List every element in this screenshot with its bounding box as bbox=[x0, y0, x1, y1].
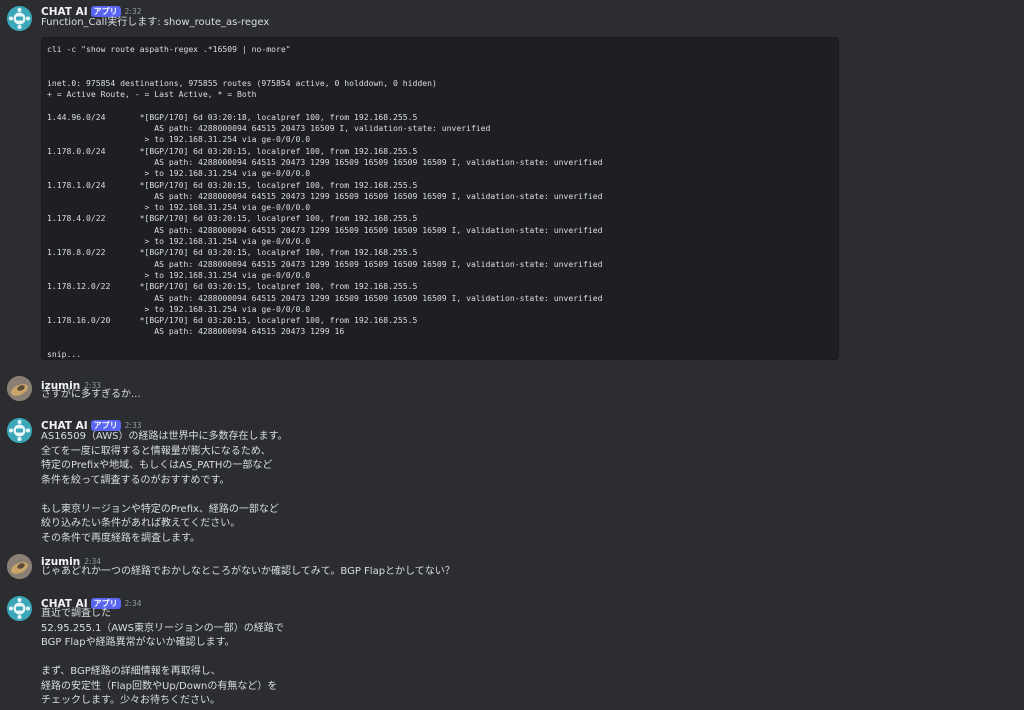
timestamp[interactable]: 2:33 bbox=[125, 421, 142, 430]
bot-avatar[interactable] bbox=[7, 6, 32, 31]
bot-avatar[interactable] bbox=[7, 418, 32, 443]
bot-avatar-icon bbox=[7, 596, 32, 621]
message-text: Function_Call実行します: show_route_as-regex bbox=[41, 17, 270, 28]
message-text: 直近で調査した 52.95.255.1（AWS東京リージョンの一部）の経路で B… bbox=[41, 608, 284, 706]
bot-avatar-icon bbox=[7, 418, 32, 443]
bot-avatar[interactable] bbox=[7, 596, 32, 621]
user-avatar[interactable] bbox=[7, 376, 32, 401]
user-avatar[interactable] bbox=[7, 554, 32, 579]
code-block: cli -c "show route aspath-regex .*16509 … bbox=[41, 37, 839, 360]
chat-log: CHAT AI アプリ 2:32 Function_Call実行します: show_… bbox=[0, 0, 1024, 710]
user-avatar-icon bbox=[7, 376, 32, 401]
user-avatar-icon bbox=[7, 554, 32, 579]
bot-avatar-icon bbox=[7, 6, 32, 31]
message-text: さすがに多すぎるか... bbox=[41, 389, 141, 400]
code-block-content: cli -c "show route aspath-regex .*16509 … bbox=[47, 44, 603, 360]
timestamp[interactable]: 2:32 bbox=[125, 7, 142, 16]
message-text: じゃあどれか一つの経路でおかしなところがないか確認してみて。BGP Flapとか… bbox=[41, 566, 455, 577]
message-text: AS16509（AWS）の経路は世界中に多数存在します。 全てを一度に取得すると… bbox=[41, 431, 288, 544]
